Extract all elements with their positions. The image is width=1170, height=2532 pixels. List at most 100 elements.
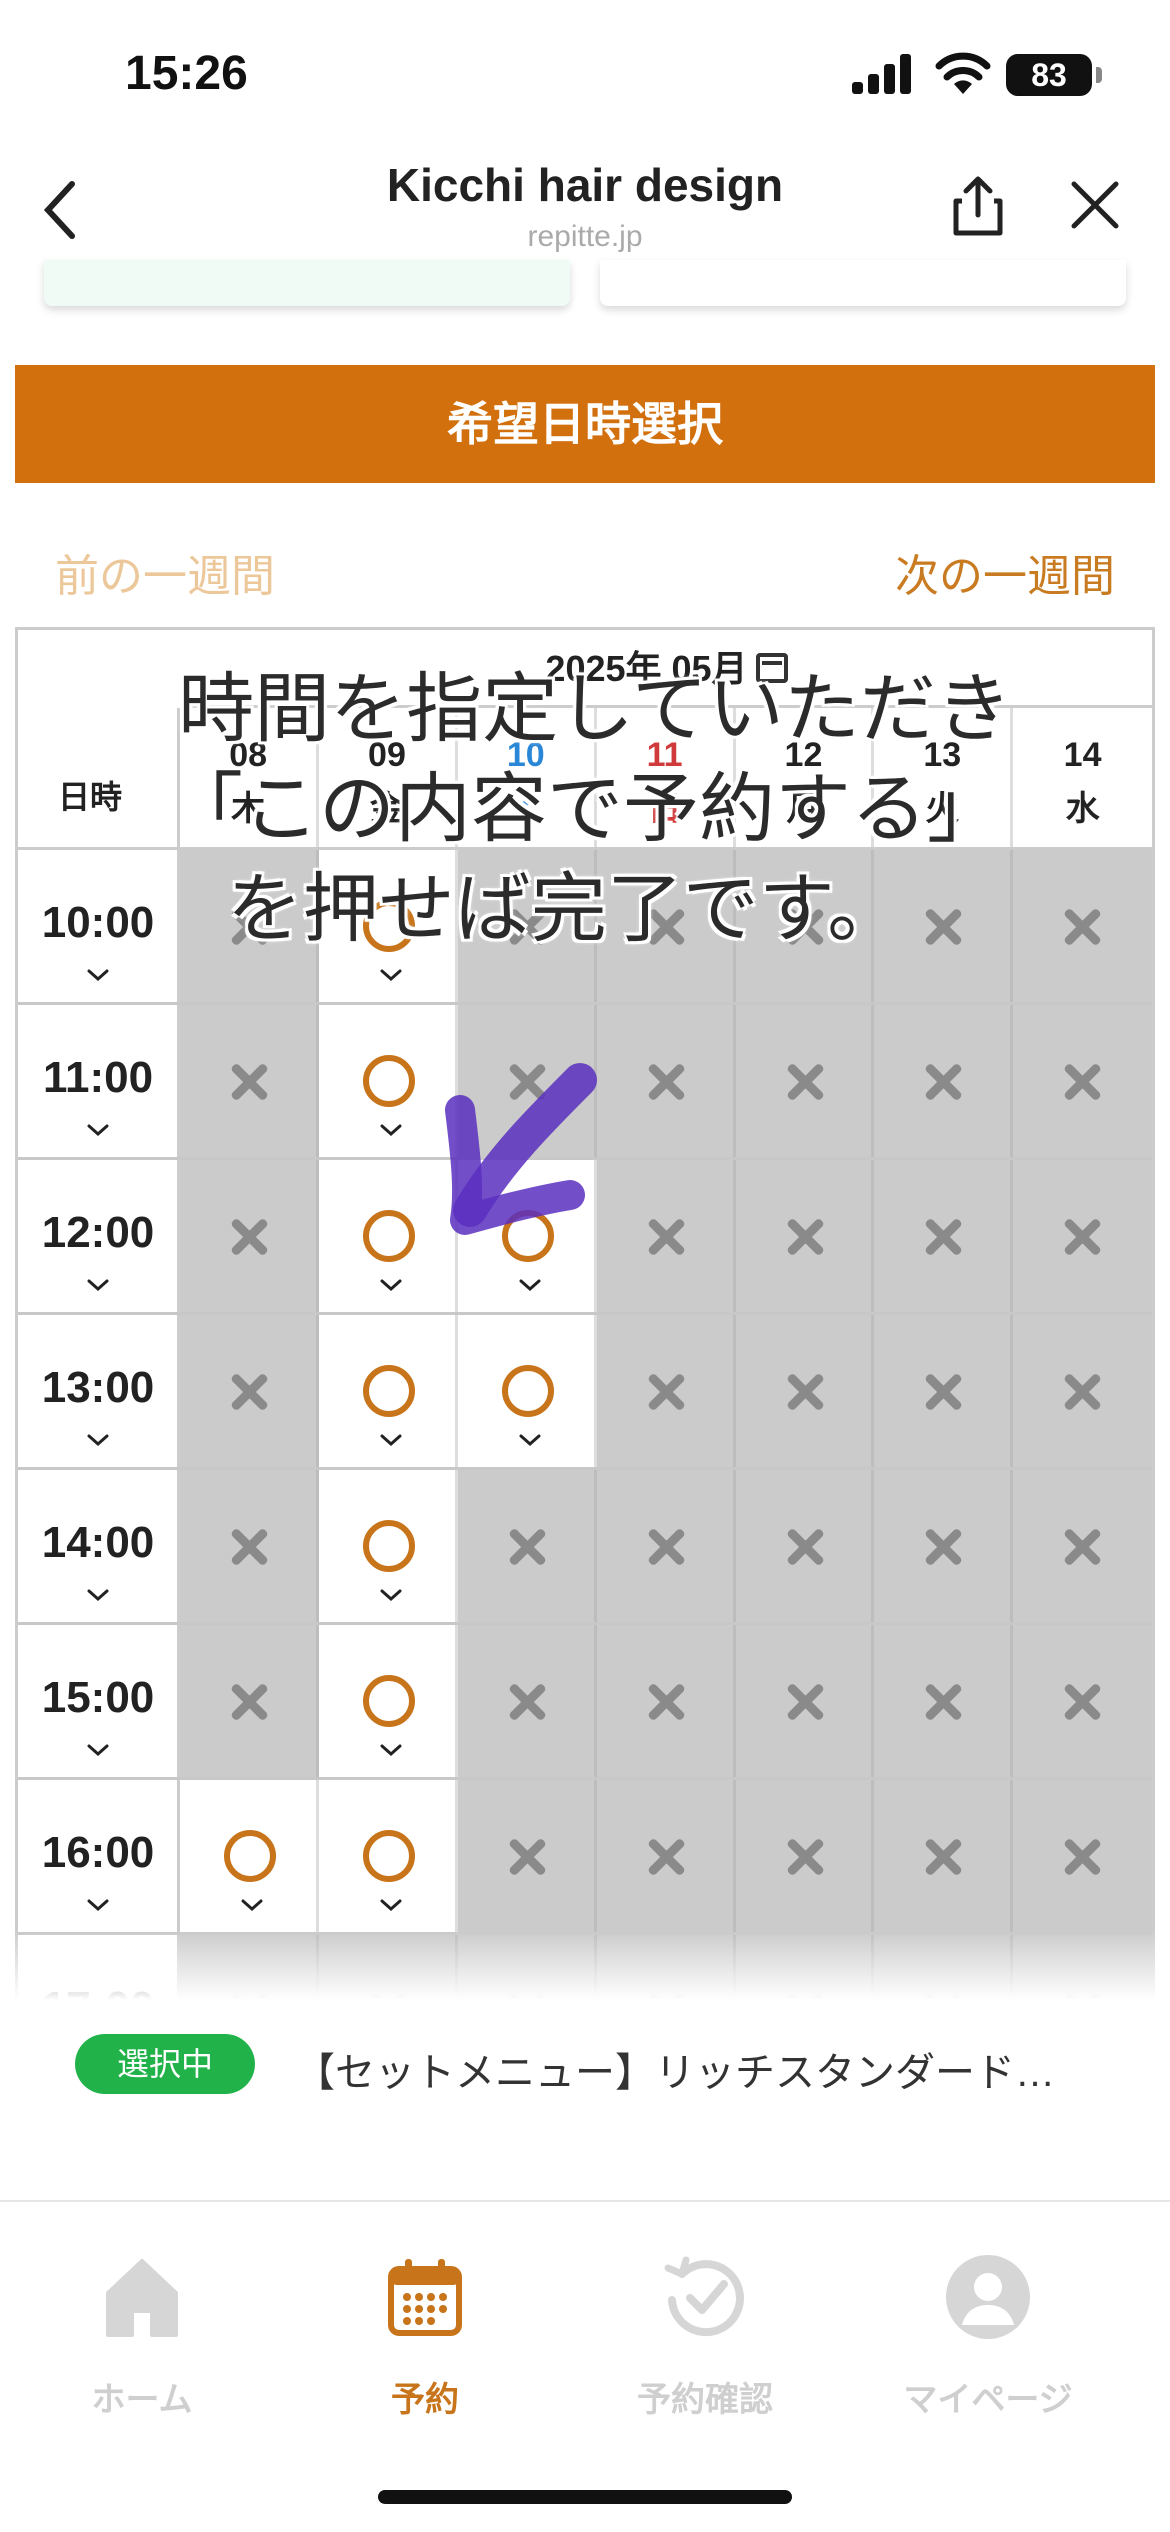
tab-reserve[interactable]: 予約 [285, 2242, 565, 2421]
time-slot-label[interactable]: 14:00 [18, 1470, 181, 1622]
prev-week-link[interactable]: 前の一週間 [55, 540, 275, 604]
time-text: 16:00 [41, 1828, 155, 1877]
slot-unavailable [874, 1315, 1014, 1467]
time-slot-label[interactable]: 15:00 [18, 1625, 181, 1777]
chevron-down-icon[interactable] [379, 1588, 403, 1607]
unavailable-cross-icon [922, 1681, 964, 1723]
slot-unavailable [180, 1315, 320, 1467]
slot-unavailable [457, 1780, 597, 1932]
chevron-down-icon[interactable] [86, 1278, 110, 1297]
slot-unavailable [1013, 1160, 1152, 1312]
unavailable-cross-icon [228, 1061, 270, 1103]
chevron-down-icon[interactable] [379, 1743, 403, 1762]
instruction-overlay: 時間を指定していただき 「この内容で予約する」 を押せば完了です。 [0, 660, 1170, 960]
unavailable-cross-icon [1061, 1681, 1103, 1723]
chevron-down-icon[interactable] [379, 1123, 403, 1142]
status-bar: 15:26 83 [0, 0, 1170, 140]
home-icon [106, 2259, 178, 2337]
unavailable-cross-icon [922, 1061, 964, 1103]
time-row: 15:00 [18, 1625, 1152, 1780]
time-row: 13:00 [18, 1315, 1152, 1470]
chevron-down-icon[interactable] [86, 1588, 110, 1607]
time-text: 13:00 [41, 1363, 155, 1412]
unavailable-cross-icon [228, 1371, 270, 1413]
slot-unavailable [596, 1315, 736, 1467]
unavailable-cross-icon [645, 1836, 687, 1878]
unavailable-cross-icon [922, 1216, 964, 1258]
slot-unavailable [457, 1470, 597, 1622]
slot-available[interactable] [319, 1625, 458, 1777]
unavailable-cross-icon [506, 1681, 548, 1723]
unavailable-cross-icon [645, 1526, 687, 1568]
user-icon [946, 2255, 1030, 2339]
slot-unavailable [735, 1005, 875, 1157]
time-slot-label[interactable]: 11:00 [18, 1005, 181, 1157]
menu-card-left[interactable] [44, 260, 570, 306]
next-week-link[interactable]: 次の一週間 [895, 540, 1115, 604]
unavailable-cross-icon [1061, 1371, 1103, 1413]
tab-home-label: ホーム [91, 2381, 193, 2419]
slot-unavailable [180, 1005, 320, 1157]
overlay-line-3: を押せば完了です。 [226, 867, 904, 952]
available-circle-icon [224, 1830, 277, 1882]
slot-available[interactable] [319, 1315, 458, 1467]
slot-available[interactable] [180, 1780, 320, 1932]
slot-unavailable [735, 1160, 875, 1312]
slot-available[interactable] [319, 1470, 458, 1622]
time-slot-label[interactable]: 16:00 [18, 1780, 181, 1932]
chevron-down-icon[interactable] [379, 1278, 403, 1297]
available-circle-icon [363, 1055, 416, 1107]
time-text: 12:00 [41, 1208, 155, 1257]
slot-available[interactable] [319, 1780, 458, 1932]
chevron-down-icon[interactable] [86, 968, 110, 987]
time-slot-label[interactable]: 13:00 [18, 1315, 181, 1467]
wifi-icon [935, 52, 991, 94]
chevron-down-icon[interactable] [86, 1433, 110, 1452]
selected-menu-text: 【セットメニュー】リッチスタンダード… [295, 2051, 1055, 2095]
overlay-line-1: 時間を指定していただき [178, 667, 1012, 752]
unavailable-cross-icon [645, 1061, 687, 1103]
slot-unavailable [874, 1780, 1014, 1932]
nav-bar: Kicchi hair design repitte.jp [0, 140, 1170, 270]
chevron-down-icon[interactable] [518, 1433, 542, 1452]
unavailable-cross-icon [1061, 1526, 1103, 1568]
unavailable-cross-icon [784, 1371, 826, 1413]
selected-menu-bar[interactable]: 選択中 【セットメニュー】リッチスタンダード… [0, 2000, 1170, 2200]
tab-confirm[interactable]: 予約確認 [565, 2242, 845, 2421]
unavailable-cross-icon [645, 1681, 687, 1723]
slot-unavailable [735, 1780, 875, 1932]
unavailable-cross-icon [922, 1371, 964, 1413]
chevron-down-icon[interactable] [518, 1278, 542, 1297]
unavailable-cross-icon [1061, 1216, 1103, 1258]
battery-icon: 83 [1006, 54, 1102, 96]
unavailable-cross-icon [228, 1216, 270, 1258]
available-circle-icon [363, 1365, 416, 1417]
unavailable-cross-icon [784, 1061, 826, 1103]
unavailable-cross-icon [506, 1836, 548, 1878]
chevron-down-icon[interactable] [379, 1898, 403, 1917]
menu-card-right[interactable] [600, 260, 1126, 306]
close-icon[interactable] [1070, 180, 1120, 230]
chevron-down-icon[interactable] [379, 1433, 403, 1452]
tab-mypage[interactable]: マイページ [848, 2242, 1128, 2421]
time-text: 11:00 [42, 1053, 154, 1102]
unavailable-cross-icon [228, 1526, 270, 1568]
chevron-down-icon[interactable] [379, 968, 403, 987]
tab-confirm-label: 予約確認 [637, 2381, 773, 2419]
calendar-icon [388, 2259, 462, 2336]
unavailable-cross-icon [506, 1526, 548, 1568]
time-slot-label[interactable]: 12:00 [18, 1160, 181, 1312]
chevron-down-icon[interactable] [240, 1898, 264, 1917]
slot-unavailable [596, 1470, 736, 1622]
chevron-down-icon[interactable] [86, 1898, 110, 1917]
slot-unavailable [180, 1160, 320, 1312]
slot-available[interactable] [457, 1315, 597, 1467]
chevron-down-icon[interactable] [86, 1743, 110, 1762]
chevron-down-icon[interactable] [86, 1123, 110, 1142]
unavailable-cross-icon [228, 1681, 270, 1723]
tab-home[interactable]: ホーム [2, 2242, 282, 2421]
tab-bar: ホーム 予約 予約確認 マイページ [0, 2200, 1170, 2532]
available-circle-icon [363, 1210, 416, 1262]
tab-reserve-label: 予約 [391, 2381, 459, 2419]
share-icon[interactable] [950, 175, 1006, 237]
